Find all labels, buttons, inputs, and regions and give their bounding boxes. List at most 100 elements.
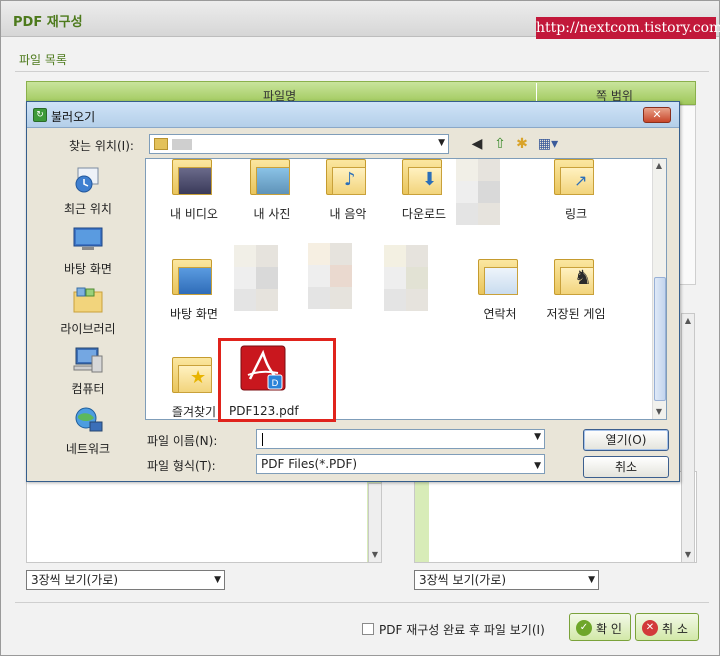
preview-panel-left <box>26 471 382 563</box>
views-menu-icon[interactable]: ▦▾ <box>534 134 562 154</box>
file-label: 연락처 <box>483 307 517 321</box>
view-after-label[interactable]: PDF 재구성 완료 후 파일 보기(I) <box>379 621 545 638</box>
up-folder-icon[interactable]: ⇧ <box>490 134 510 154</box>
new-folder-icon[interactable]: ✱ <box>512 134 532 154</box>
cancel-outer-label: 취 소 <box>662 622 688 636</box>
open-button[interactable]: 열기(O) <box>583 429 669 451</box>
place-desktop[interactable]: 바탕 화면 <box>35 226 141 284</box>
look-in-combo[interactable]: ▼ <box>149 134 449 154</box>
favorites-folder-icon: ★ <box>172 353 216 397</box>
place-label: 라이브러리 <box>60 322 116 336</box>
preview-scrollbar-right[interactable]: ▲ ▼ <box>681 313 695 563</box>
my-music-folder-icon: ♪ <box>326 159 370 199</box>
contacts-folder-icon <box>478 255 522 299</box>
file-item-links[interactable]: ↗ 링크 <box>536 159 616 233</box>
scroll-up-arrow-icon[interactable]: ▲ <box>682 314 694 328</box>
view-mode-value: 3장씩 보기(가로) <box>31 573 119 587</box>
place-recent[interactable]: 최근 위치 <box>35 166 141 224</box>
links-folder-icon: ↗ <box>554 159 598 199</box>
pdf-file-icon[interactable]: D <box>240 345 286 391</box>
desktop-icon <box>73 227 103 250</box>
file-name-label: 파일 이름(N): <box>147 434 218 448</box>
file-list-scrollbar[interactable]: ▲ ▼ <box>652 159 666 419</box>
text-caret <box>262 433 263 446</box>
file-label: 저장된 게임 <box>546 307 606 321</box>
view-mode-select-right[interactable]: 3장씩 보기(가로) ▼ <box>414 570 599 590</box>
redacted-item <box>234 245 278 311</box>
column-divider <box>536 83 537 103</box>
close-button[interactable]: ✕ <box>643 107 671 123</box>
open-dialog-title: 불러오기 <box>51 110 96 124</box>
watermark: http://nextcom.tistory.com <box>536 17 720 39</box>
svg-text:D: D <box>272 379 279 389</box>
scrollbar-thumb[interactable] <box>654 277 666 401</box>
places-bar: 최근 위치 바탕 화면 라이브러리 컴퓨터 네트워크 <box>35 158 141 458</box>
place-label: 컴퓨터 <box>71 382 105 396</box>
chevron-down-icon[interactable]: ▼ <box>534 432 541 442</box>
chevron-down-icon: ▼ <box>588 575 595 585</box>
scroll-down-arrow-icon[interactable]: ▼ <box>682 548 694 562</box>
ok-button[interactable]: ✓ 확 인 <box>569 613 631 641</box>
file-label: 내 비디오 <box>170 207 218 221</box>
preview-strip <box>415 472 429 562</box>
scroll-down-arrow-icon[interactable]: ▼ <box>369 548 381 562</box>
recent-places-icon <box>75 167 99 193</box>
outer-title: PDF 재구성 <box>13 15 83 30</box>
file-name-input[interactable]: ▼ <box>256 429 545 449</box>
view-after-checkbox[interactable] <box>362 623 374 635</box>
check-icon: ✓ <box>576 620 592 636</box>
file-item-desktop[interactable]: 바탕 화면 <box>154 255 234 333</box>
open-dialog-titlebar[interactable]: ↻ 불러오기 ✕ <box>27 102 679 128</box>
place-network[interactable]: 네트워크 <box>35 406 141 464</box>
view-mode-select-left[interactable]: 3장씩 보기(가로) ▼ <box>26 570 225 590</box>
file-type-value: PDF Files(*.PDF) <box>261 457 358 471</box>
scroll-down-arrow-icon[interactable]: ▼ <box>653 405 665 419</box>
file-type-select[interactable]: PDF Files(*.PDF) ▼ <box>256 454 545 474</box>
file-item-saved-games[interactable]: ♞ 저장된 게임 <box>536 255 616 333</box>
chevron-down-icon: ▼ <box>534 461 541 471</box>
look-in-label: 찾는 위치(I): <box>69 139 134 153</box>
chevron-down-icon: ▼ <box>438 138 445 148</box>
file-label: 바탕 화면 <box>170 307 218 321</box>
file-label: 링크 <box>564 207 588 221</box>
file-label: 다운로드 <box>401 207 447 221</box>
my-pictures-folder-icon <box>250 159 294 199</box>
redacted-item <box>456 159 500 225</box>
x-circle-icon: ✕ <box>642 620 658 636</box>
cancel-button[interactable]: 취소 <box>583 456 669 478</box>
downloads-folder-icon: ⬇ <box>402 159 446 199</box>
view-mode-value: 3장씩 보기(가로) <box>419 573 507 587</box>
cancel-outer-button[interactable]: ✕ 취 소 <box>635 613 699 641</box>
place-label: 네트워크 <box>65 442 111 456</box>
scroll-up-arrow-icon[interactable]: ▲ <box>653 159 665 173</box>
place-label: 바탕 화면 <box>64 262 112 276</box>
place-computer[interactable]: 컴퓨터 <box>35 346 141 404</box>
open-file-dialog: ↻ 불러오기 ✕ 찾는 위치(I): ▼ ◀ ⇧ ✱ ▦▾ 최근 위치 바탕 화… <box>26 101 680 482</box>
file-label: 내 사진 <box>253 207 291 221</box>
chevron-down-icon: ▼ <box>214 575 221 585</box>
divider <box>15 71 709 72</box>
preview-panel-right <box>414 471 697 563</box>
back-icon[interactable]: ◀ <box>467 134 487 154</box>
place-libraries[interactable]: 라이브러리 <box>35 286 141 344</box>
file-item-my-pictures[interactable]: 내 사진 <box>232 159 312 233</box>
file-item-my-music[interactable]: ♪ 내 음악 <box>308 159 388 233</box>
divider <box>15 602 709 603</box>
my-videos-folder-icon <box>172 159 216 199</box>
pdf-file-label[interactable]: PDF123.pdf <box>229 404 299 418</box>
libraries-icon <box>73 287 103 313</box>
file-item-downloads[interactable]: ⬇ 다운로드 <box>384 159 464 233</box>
redacted-item <box>384 245 428 311</box>
place-label: 최근 위치 <box>64 202 112 216</box>
file-type-label: 파일 형식(T): <box>147 459 216 473</box>
computer-icon <box>73 347 103 373</box>
app-icon: ↻ <box>33 108 47 122</box>
redacted-item <box>308 243 352 309</box>
file-item-contacts[interactable]: 연락처 <box>460 255 540 333</box>
file-label: 내 음악 <box>329 207 367 221</box>
preview-scrollbar-left[interactable]: ▼ <box>368 483 382 563</box>
file-item-my-videos[interactable]: 내 비디오 <box>154 159 234 233</box>
ok-label: 확 인 <box>596 622 622 636</box>
desktop-folder-icon <box>172 255 216 299</box>
saved-games-folder-icon: ♞ <box>554 255 598 299</box>
